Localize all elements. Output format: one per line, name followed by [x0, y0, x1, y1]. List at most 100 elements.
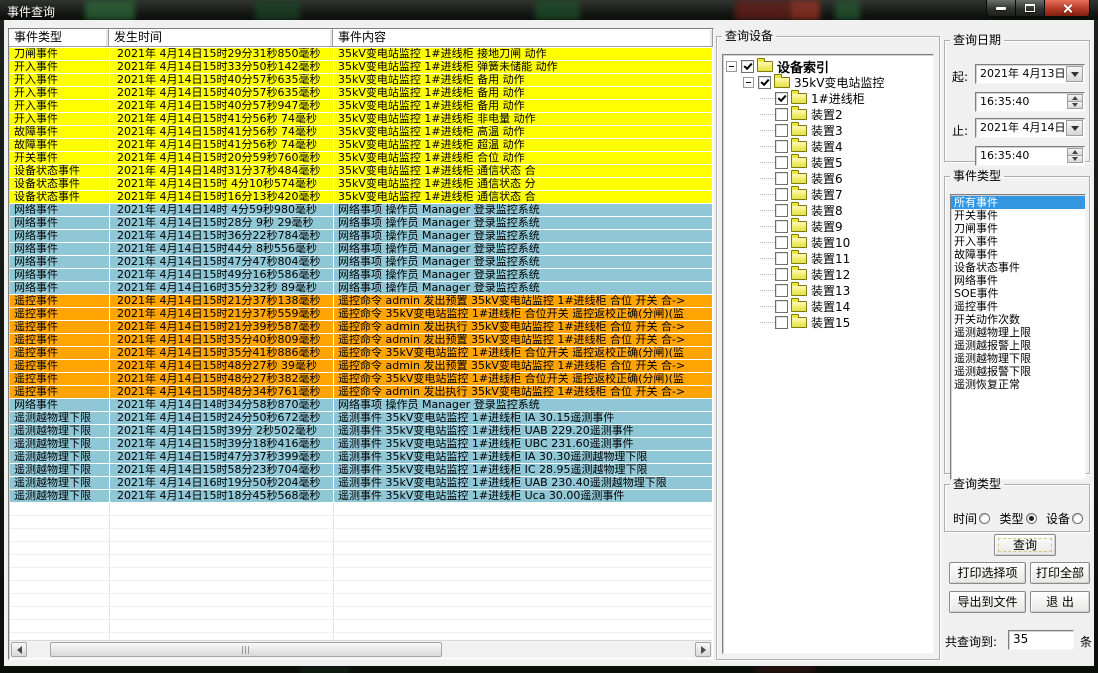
column-header-event-type[interactable]: 事件类型: [9, 29, 109, 47]
table-row[interactable]: 刀闸事件2021年 4月14日15时29分31秒850毫秒35kV变电站监控 1…: [10, 48, 712, 61]
table-row[interactable]: 遥控事件2021年 4月14日15时35分40秒809毫秒遥控命令 admin …: [10, 334, 712, 347]
event-type-option[interactable]: SOE事件: [951, 287, 1085, 300]
table-row[interactable]: 开入事件2021年 4月14日15时40分57秒635毫秒35kV变电站监控 1…: [10, 87, 712, 100]
tree-expander-icon[interactable]: [726, 61, 737, 72]
table-row[interactable]: 遥测越物理下限2021年 4月14日16时19分50秒204毫秒遥测事件 35k…: [10, 477, 712, 490]
tree-item[interactable]: 35kV变电站监控: [723, 74, 933, 90]
table-row[interactable]: 设备状态事件2021年 4月14日15时16分13秒420毫秒35kV变电站监控…: [10, 191, 712, 204]
event-type-option[interactable]: 开入事件: [951, 235, 1085, 248]
tree-item[interactable]: 装置12: [723, 266, 933, 282]
table-row[interactable]: 遥控事件2021年 4月14日15时21分39秒587毫秒遥控命令 admin …: [10, 321, 712, 334]
table-row[interactable]: 遥测越物理下限2021年 4月14日15时39分18秒416毫秒遥测事件 35k…: [10, 438, 712, 451]
checkbox[interactable]: [775, 204, 788, 217]
checkbox[interactable]: [775, 300, 788, 313]
scroll-left-button[interactable]: [11, 642, 27, 657]
scrollbar-thumb[interactable]: [50, 642, 442, 657]
event-type-option[interactable]: 遥测越报警下限: [951, 365, 1085, 378]
checkbox[interactable]: [775, 172, 788, 185]
print-all-button[interactable]: 打印全部: [1030, 562, 1090, 584]
checkbox[interactable]: [775, 316, 788, 329]
tree-item[interactable]: 装置7: [723, 186, 933, 202]
table-row[interactable]: 开入事件2021年 4月14日15时33分50秒142毫秒35kV变电站监控 1…: [10, 61, 712, 74]
query-button[interactable]: 查询: [994, 534, 1056, 556]
print-selected-button[interactable]: 打印选择项: [949, 562, 1026, 584]
table-row[interactable]: 网络事件2021年 4月14日15时47分47秒804毫秒网络事项 操作员 Ma…: [10, 256, 712, 269]
table-row[interactable]: 故障事件2021年 4月14日15时41分56秒 74毫秒35kV变电站监控 1…: [10, 126, 712, 139]
event-type-option[interactable]: 遥测越物理下限: [951, 352, 1085, 365]
radio-button-icon[interactable]: [1072, 513, 1083, 524]
event-type-option[interactable]: 遥测越报警上限: [951, 339, 1085, 352]
table-row[interactable]: 遥控事件2021年 4月14日15时21分37秒138毫秒遥控命令 admin …: [10, 295, 712, 308]
tree-item[interactable]: 装置9: [723, 218, 933, 234]
table-row[interactable]: 网络事件2021年 4月14日15时44分 8秒556毫秒网络事项 操作员 Ma…: [10, 243, 712, 256]
radio-button-icon[interactable]: [979, 513, 990, 524]
spinner-down-icon[interactable]: [1067, 155, 1083, 163]
checkbox[interactable]: [775, 268, 788, 281]
table-row[interactable]: 遥测越物理下限2021年 4月14日15时47分37秒399毫秒遥测事件 35k…: [10, 451, 712, 464]
table-row[interactable]: 开关事件2021年 4月14日15时20分59秒760毫秒35kV变电站监控 1…: [10, 152, 712, 165]
event-type-option[interactable]: 遥测恢复正常: [951, 378, 1085, 391]
tree-item[interactable]: 装置11: [723, 250, 933, 266]
table-row[interactable]: 遥测越物理下限2021年 4月14日15时39分 2秒502毫秒遥测事件 35k…: [10, 425, 712, 438]
tree-item[interactable]: 装置10: [723, 234, 933, 250]
horizontal-scrollbar[interactable]: [10, 640, 712, 658]
checkbox[interactable]: [741, 60, 754, 73]
table-row[interactable]: 网络事件2021年 4月14日14时34分58秒870毫秒网络事项 操作员 Ma…: [10, 399, 712, 412]
start-date-dropdown[interactable]: 2021年 4月13日: [975, 64, 1085, 84]
export-to-file-button[interactable]: 导出到文件: [949, 591, 1026, 613]
table-row[interactable]: 遥测越物理下限2021年 4月14日15时18分45秒568毫秒遥测事件 35k…: [10, 490, 712, 503]
table-row[interactable]: 遥测越物理下限2021年 4月14日15时24分50秒672毫秒遥测事件 35k…: [10, 412, 712, 425]
event-type-option-selected[interactable]: 所有事件: [951, 196, 1085, 209]
tree-item[interactable]: 装置4: [723, 138, 933, 154]
table-row[interactable]: 遥控事件2021年 4月14日15时35分41秒886毫秒遥控命令 35kV变电…: [10, 347, 712, 360]
checkbox[interactable]: [758, 76, 771, 89]
event-type-option[interactable]: 设备状态事件: [951, 261, 1085, 274]
tree-item[interactable]: 装置2: [723, 106, 933, 122]
event-type-option[interactable]: 故障事件: [951, 248, 1085, 261]
tree-item[interactable]: 装置5: [723, 154, 933, 170]
checkbox[interactable]: [775, 188, 788, 201]
radio-button-icon[interactable]: [1026, 513, 1037, 524]
maximize-button[interactable]: [1016, 0, 1045, 17]
start-time-spinner[interactable]: 16:35:40: [975, 92, 1085, 112]
column-header-content[interactable]: 事件内容: [333, 29, 713, 47]
query-type-radio[interactable]: 时间: [953, 510, 990, 527]
checkbox[interactable]: [775, 108, 788, 121]
query-type-radio[interactable]: 类型: [999, 510, 1036, 527]
table-row[interactable]: 开入事件2021年 4月14日15时40分57秒635毫秒35kV变电站监控 1…: [10, 74, 712, 87]
event-type-option[interactable]: 遥测越物理上限: [951, 326, 1085, 339]
event-type-option[interactable]: 刀闸事件: [951, 222, 1085, 235]
event-type-option[interactable]: 开关动作次数: [951, 313, 1085, 326]
table-row[interactable]: 遥控事件2021年 4月14日15时48分34秒761毫秒遥控命令 admin …: [10, 386, 712, 399]
checkbox[interactable]: [775, 156, 788, 169]
result-count-field[interactable]: 35: [1008, 630, 1074, 650]
query-type-radio[interactable]: 设备: [1046, 510, 1083, 527]
tree-item[interactable]: 装置13: [723, 282, 933, 298]
tree-item[interactable]: 装置3: [723, 122, 933, 138]
event-type-option[interactable]: 遥控事件: [951, 300, 1085, 313]
tree-item[interactable]: 装置15: [723, 314, 933, 330]
table-row[interactable]: 网络事件2021年 4月14日14时 4分59秒980毫秒网络事项 操作员 Ma…: [10, 204, 712, 217]
scroll-right-button[interactable]: [695, 642, 711, 657]
table-row[interactable]: 网络事件2021年 4月14日15时36分22秒784毫秒网络事项 操作员 Ma…: [10, 230, 712, 243]
table-row[interactable]: 网络事件2021年 4月14日15时28分 9秒 29毫秒网络事项 操作员 Ma…: [10, 217, 712, 230]
checkbox[interactable]: [775, 284, 788, 297]
event-type-listbox[interactable]: 所有事件开关事件刀闸事件开入事件故障事件设备状态事件网络事件SOE事件遥控事件开…: [950, 194, 1086, 480]
table-row[interactable]: 遥控事件2021年 4月14日15时48分27秒 39毫秒遥控命令 admin …: [10, 360, 712, 373]
column-header-time[interactable]: 发生时间: [109, 29, 333, 47]
tree-item[interactable]: 设备索引: [723, 58, 933, 74]
table-row[interactable]: 遥测越物理下限2021年 4月14日15时58分23秒704毫秒遥测事件 35k…: [10, 464, 712, 477]
tree-item[interactable]: 装置14: [723, 298, 933, 314]
tree-item[interactable]: 1#进线柜: [723, 90, 933, 106]
checkbox[interactable]: [775, 236, 788, 249]
checkbox[interactable]: [775, 124, 788, 137]
tree-expander-icon[interactable]: [743, 77, 754, 88]
close-button[interactable]: [1045, 0, 1090, 17]
checkbox[interactable]: [775, 220, 788, 233]
event-type-option[interactable]: 网络事件: [951, 274, 1085, 287]
spinner-down-icon[interactable]: [1067, 101, 1083, 109]
table-row[interactable]: 设备状态事件2021年 4月14日14时31分37秒484毫秒35kV变电站监控…: [10, 165, 712, 178]
dropdown-button[interactable]: [1066, 120, 1083, 136]
minimize-button[interactable]: [986, 0, 1016, 17]
end-time-spinner[interactable]: 16:35:40: [975, 146, 1085, 166]
